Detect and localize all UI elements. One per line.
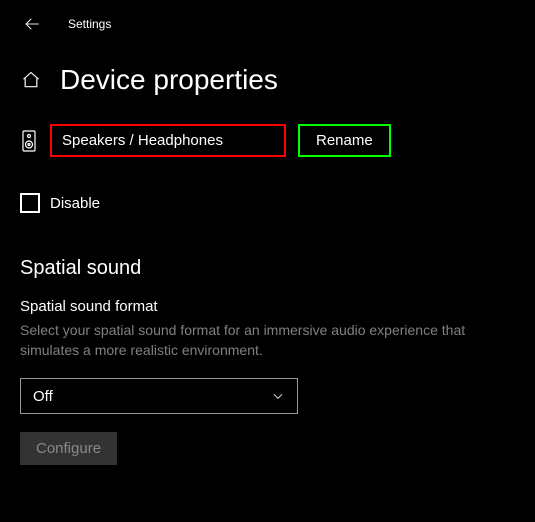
dropdown-selected-value: Off <box>33 388 53 405</box>
spatial-sound-heading: Spatial sound <box>0 213 535 280</box>
page-title: Device properties <box>60 64 278 96</box>
header: Device properties <box>0 34 535 96</box>
disable-checkbox-row[interactable]: Disable <box>0 157 535 213</box>
device-name-input[interactable] <box>50 124 286 157</box>
back-button[interactable] <box>22 14 42 34</box>
spatial-format-label: Spatial sound format <box>0 280 535 315</box>
chevron-down-icon <box>271 389 285 403</box>
window-title: Settings <box>68 17 111 31</box>
home-button[interactable] <box>20 69 42 91</box>
arrow-left-icon <box>23 15 41 33</box>
speaker-icon <box>20 130 38 152</box>
disable-label: Disable <box>50 195 100 212</box>
configure-button[interactable]: Configure <box>20 432 117 465</box>
rename-button[interactable]: Rename <box>298 124 391 157</box>
device-row: Rename <box>0 96 535 157</box>
home-icon <box>21 70 41 90</box>
spatial-description: Select your spatial sound format for an … <box>0 315 510 360</box>
titlebar: Settings <box>0 0 535 34</box>
spatial-format-dropdown[interactable]: Off <box>20 378 298 414</box>
disable-checkbox[interactable] <box>20 193 40 213</box>
